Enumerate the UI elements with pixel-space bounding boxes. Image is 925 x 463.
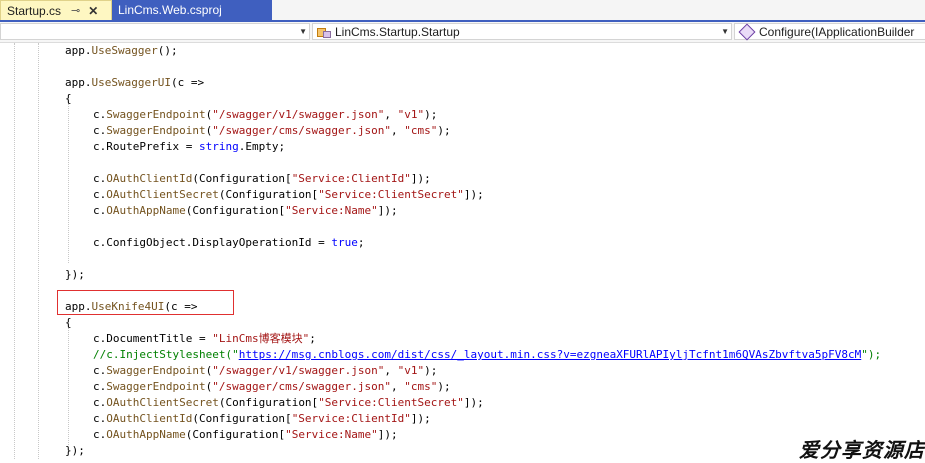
code-line: c.SwaggerEndpoint("/swagger/v1/swagger.j… [93, 108, 438, 121]
code-line: c.OAuthAppName(Configuration["Service:Na… [93, 428, 398, 441]
code-line: c.SwaggerEndpoint("/swagger/cms/swagger.… [93, 124, 451, 137]
tab-startup-cs[interactable]: Startup.cs ⊸ ✕ [0, 0, 112, 20]
indent-guide [38, 43, 39, 459]
type-selector-label: LinCms.Startup.Startup [335, 24, 460, 39]
member-selector-label: Configure(IApplicationBuilder [759, 24, 915, 39]
code-line: { [65, 92, 72, 105]
indent-guide [68, 101, 69, 263]
code-line: c.SwaggerEndpoint("/swagger/cms/swagger.… [93, 380, 451, 393]
indent-guide [68, 325, 69, 445]
tab-lincms-web-csproj[interactable]: LinCms.Web.csproj [112, 0, 272, 20]
chevron-down-icon[interactable]: ▼ [299, 27, 307, 36]
project-selector[interactable]: ▼ [0, 23, 310, 40]
indent-guide [14, 43, 15, 459]
code-line: { [65, 316, 72, 329]
code-line: c.RoutePrefix = string.Empty; [93, 140, 286, 153]
pin-icon[interactable]: ⊸ [71, 4, 80, 17]
code-editor[interactable]: app.UseSwagger(); app.UseSwaggerUI(c => … [0, 43, 925, 459]
code-line: app.UseSwagger(); [65, 44, 178, 57]
code-line: c.OAuthClientSecret(Configuration["Servi… [93, 188, 484, 201]
code-line: c.OAuthAppName(Configuration["Service:Na… [93, 204, 398, 217]
chevron-down-icon[interactable]: ▼ [721, 27, 729, 36]
type-selector[interactable]: LinCms.Startup.Startup ▼ [312, 23, 732, 40]
comment-url-link[interactable]: https://msg.cnblogs.com/dist/css/_layout… [239, 348, 862, 361]
code-line: //c.InjectStylesheet("https://msg.cnblog… [93, 348, 882, 361]
code-line: c.DocumentTitle = "LinCms博客模块"; [93, 332, 316, 345]
tab-label: Startup.cs [7, 3, 62, 18]
method-icon [738, 23, 756, 40]
code-line: c.OAuthClientId(Configuration["Service:C… [93, 172, 431, 185]
navigation-bar: ▼ LinCms.Startup.Startup ▼ Configure(IAp… [0, 22, 925, 43]
code-line: app.UseSwaggerUI(c => [65, 76, 205, 89]
code-line: c.ConfigObject.DisplayOperationId = true… [93, 236, 365, 249]
highlight-box [57, 290, 234, 315]
class-icon [317, 26, 331, 38]
code-line: c.SwaggerEndpoint("/swagger/v1/swagger.j… [93, 364, 438, 377]
code-line: }); [65, 268, 85, 281]
member-selector[interactable]: Configure(IApplicationBuilder [734, 23, 925, 40]
code-line: c.OAuthClientSecret(Configuration["Servi… [93, 396, 484, 409]
code-line: }); [65, 444, 85, 457]
tab-label: LinCms.Web.csproj [118, 3, 222, 17]
code-line: c.OAuthClientId(Configuration["Service:C… [93, 412, 431, 425]
close-icon[interactable]: ✕ [88, 4, 98, 18]
document-tab-bar: Startup.cs ⊸ ✕ LinCms.Web.csproj [0, 0, 925, 22]
